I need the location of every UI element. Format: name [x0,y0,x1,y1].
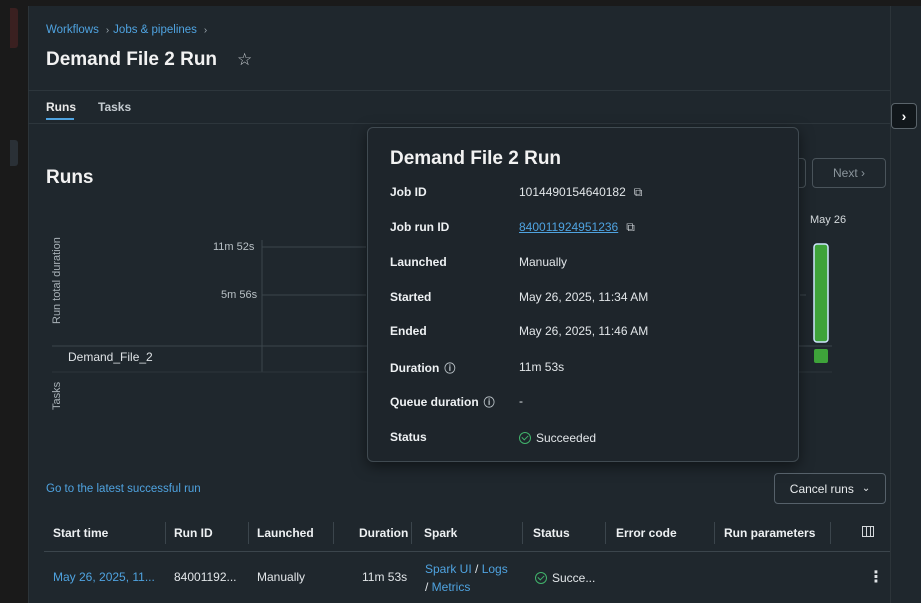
column-separator[interactable] [333,522,334,544]
status-text: Succe... [552,571,596,585]
duration-value: 11m 53s [519,360,565,374]
right-rail [890,6,921,603]
tab-tasks[interactable]: Tasks [98,100,131,114]
ended-value: May 26, 2025, 11:46 AM [519,324,649,338]
task-row-label: Demand_File_2 [68,350,153,364]
status-value: Succeeded [536,431,597,445]
column-header-duration[interactable]: Duration [359,526,408,540]
column-separator[interactable] [522,522,523,544]
job-id-value: 1014490154640182 [519,185,626,199]
nav-marker [10,140,18,166]
spark-link-slash: / [425,580,432,594]
y-axis-label: Run total duration [51,237,63,324]
spark-link-separator: / [471,562,482,576]
page-title: Demand File 2 Run [46,49,218,70]
tooltip-key: Job ID [390,185,427,199]
more-options-icon[interactable]: ⋮ [868,567,884,587]
tooltip-key: Duration [390,361,440,375]
spark-ui-link[interactable]: Spark UI [425,562,472,576]
queue-duration-value: - [519,394,523,408]
run-id-cell: 84001192... [174,570,237,584]
y-tick-label: 5m 56s [221,289,258,301]
duration-cell: 11m 53s [362,570,408,584]
latest-successful-run-link[interactable]: Go to the latest successful run [46,483,201,495]
column-separator[interactable] [165,522,166,544]
chevron-right-icon: › [203,25,208,36]
info-icon[interactable]: ⓘ [484,394,495,410]
star-icon[interactable]: ☆ [237,50,252,70]
column-header-spark[interactable]: Spark [424,526,457,540]
chevron-down-icon: ⌄ [861,483,871,494]
breadcrumb-workflows[interactable]: Workflows [46,24,99,36]
check-circle-icon [519,432,531,444]
start-time-link[interactable]: May 26, 2025, 11... [53,570,155,584]
copy-icon[interactable]: ⧉ [634,185,643,200]
column-separator[interactable] [248,522,249,544]
column-header-run-parameters[interactable]: Run parameters [724,526,815,540]
started-value: May 26, 2025, 11:34 AM [519,290,649,304]
column-separator[interactable] [714,522,715,544]
chevron-right-icon: › [901,108,907,124]
column-header-launched[interactable]: Launched [257,526,314,540]
column-header-status[interactable]: Status [533,526,570,540]
column-header-run-id[interactable]: Run ID [174,526,213,540]
spark-cell: Spark UI / Logs / Metrics [425,560,508,596]
column-separator[interactable] [605,522,606,544]
tasks-axis-label: Tasks [51,381,63,410]
column-separator[interactable] [411,522,412,544]
y-tick-label: 11m 52s [213,241,255,253]
tooltip-key: Started [390,290,432,304]
tab-runs[interactable]: Runs [46,100,76,120]
tab-bar [28,90,890,124]
tooltip-key: Launched [390,255,447,269]
metrics-link[interactable]: Metrics [432,580,471,594]
cancel-runs-button[interactable]: Cancel runs ⌄ [774,473,886,504]
tooltip-key: Ended [390,324,427,338]
copy-icon[interactable]: ⧉ [626,220,635,235]
launched-cell: Manually [257,570,306,584]
status-cell: Succe... [535,570,595,585]
run-details-tooltip: Demand File 2 Run Job ID 101449015464018… [367,127,799,462]
tooltip-key: Job run ID [390,220,450,234]
column-separator[interactable] [830,522,831,544]
column-header-error-code[interactable]: Error code [616,526,677,540]
check-circle-icon [535,572,547,584]
job-run-id-link[interactable]: 840011924951236 [519,220,618,234]
tooltip-key: Queue duration [390,395,479,409]
left-nav-edge [0,0,28,603]
breadcrumb-jobs-pipelines[interactable]: Jobs & pipelines [113,24,197,36]
chevron-right-icon: › [105,25,110,36]
tooltip-key: Status [390,430,427,444]
nav-marker [10,8,18,48]
columns-icon[interactable] [862,526,874,537]
section-title: Runs [46,167,94,188]
breadcrumb: Workflows › Jobs & pipelines › [46,24,211,36]
info-icon[interactable]: ⓘ [444,360,455,376]
tooltip-title: Demand File 2 Run [390,148,562,169]
cancel-runs-label: Cancel runs [789,481,854,496]
expand-panel-button[interactable]: › [891,103,917,129]
launched-value: Manually [519,255,568,269]
x-tick-label: May 26 [810,214,847,226]
column-header-start-time[interactable]: Start time [53,526,108,540]
next-button[interactable]: Next › [812,158,886,188]
logs-link[interactable]: Logs [482,562,508,576]
